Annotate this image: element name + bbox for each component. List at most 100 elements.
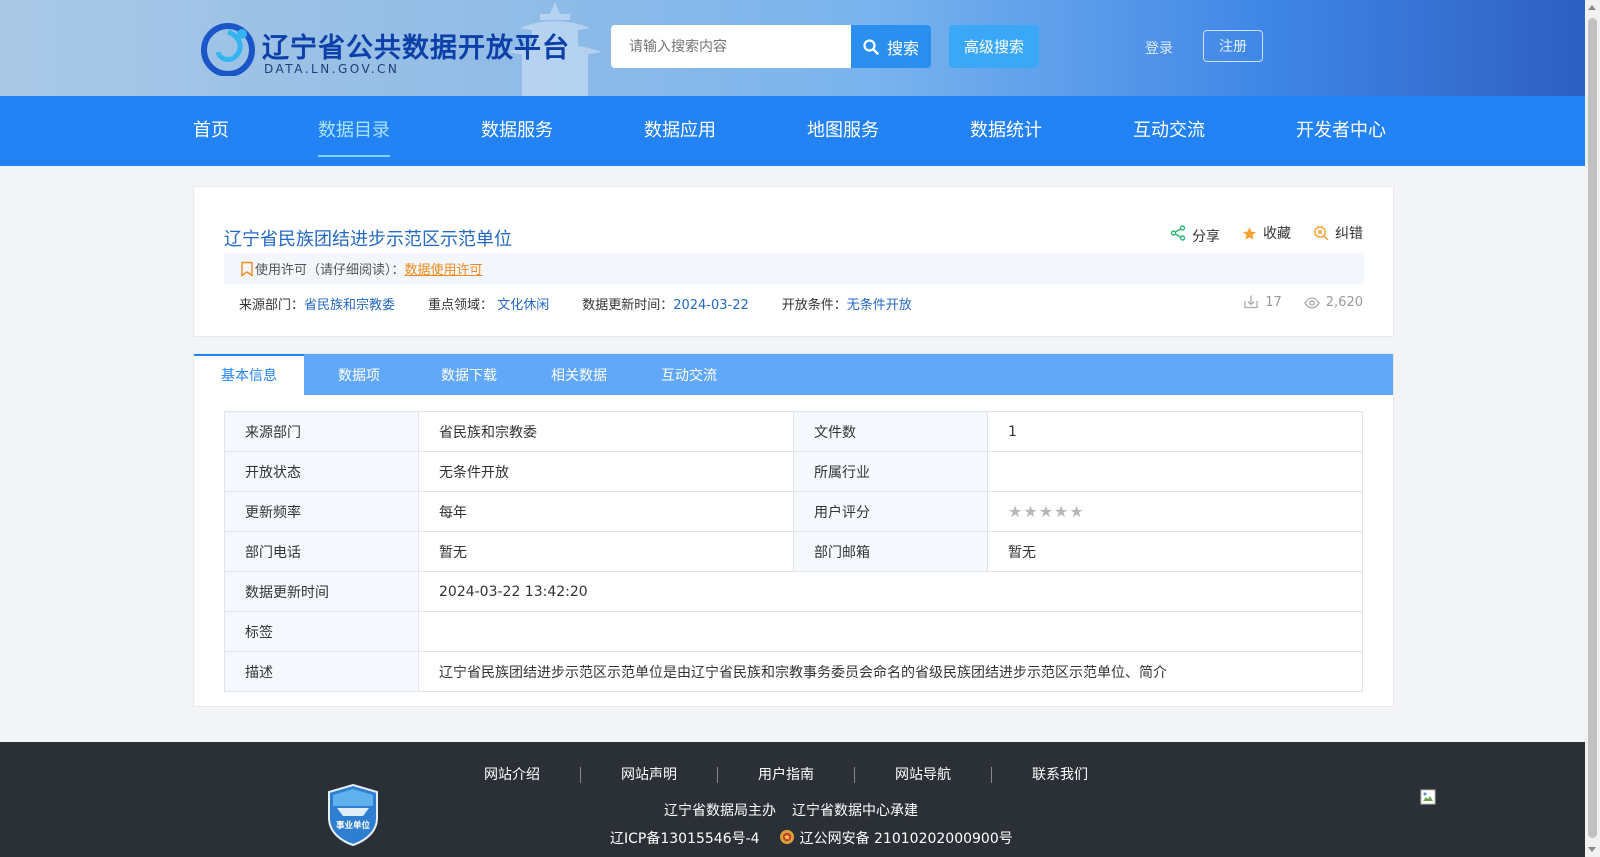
broken-image-icon: [1420, 789, 1436, 805]
footer-link-contact[interactable]: 联系我们: [992, 767, 1128, 783]
rating-star-icon[interactable]: ★: [1023, 502, 1037, 521]
table-row: 更新频率 每年 用户评分 ★★★★★: [224, 491, 1363, 532]
source-dept-label: 来源部门: [224, 411, 419, 452]
table-row: 部门电话 暂无 部门邮箱 暂无: [224, 531, 1363, 572]
bookmark-icon: [241, 261, 253, 277]
register-button[interactable]: 注册: [1203, 30, 1263, 62]
table-row: 数据更新时间 2024-03-22 13:42:20: [224, 571, 1363, 612]
source-dept-value: 省民族和宗教委: [418, 411, 794, 452]
scroll-up-arrow-icon[interactable]: [1588, 5, 1596, 10]
share-button[interactable]: 分享: [1170, 223, 1220, 245]
meta-updated-label: 数据更新时间：: [582, 298, 674, 313]
basic-info-table: 来源部门 省民族和宗教委 文件数 1 开放状态 无条件开放 所属行业 更新频率 …: [224, 411, 1363, 692]
nav-item-interaction[interactable]: 互动交流: [1133, 96, 1205, 166]
nav-item-developer-center[interactable]: 开发者中心: [1296, 96, 1386, 166]
frequency-label: 更新频率: [224, 491, 419, 532]
rating-star-icon[interactable]: ★: [1008, 502, 1022, 521]
tab-interaction[interactable]: 互动交流: [634, 354, 744, 395]
tab-data-items[interactable]: 数据项: [304, 354, 414, 395]
file-count-label: 文件数: [793, 411, 988, 452]
search-button-label: 搜索: [886, 38, 919, 58]
favorite-button[interactable]: 收藏: [1242, 223, 1291, 243]
industry-label: 所属行业: [793, 451, 988, 492]
download-icon: [1244, 295, 1258, 309]
industry-value: [987, 451, 1363, 492]
footer-link-statement[interactable]: 网站声明: [581, 767, 718, 783]
update-time-value: 2024-03-22 13:42:20: [418, 571, 1363, 612]
footer-link-sitemap[interactable]: 网站导航: [855, 767, 992, 783]
tags-label: 标签: [224, 611, 419, 652]
email-value: 暂无: [987, 531, 1363, 572]
update-time-label: 数据更新时间: [224, 571, 419, 612]
footer-builder: 辽宁省数据中心承建: [792, 803, 918, 819]
nav-item-data-stats[interactable]: 数据统计: [970, 96, 1042, 166]
tab-basic-info[interactable]: 基本信息: [194, 354, 304, 395]
scrollbar-thumb[interactable]: [1588, 18, 1597, 838]
advanced-search-button[interactable]: 高级搜索: [949, 25, 1039, 68]
scroll-down-arrow-icon[interactable]: [1588, 847, 1596, 852]
meta-source: 来源部门：省民族和宗教委: [239, 294, 395, 313]
nav-item-home[interactable]: 首页: [193, 96, 229, 166]
site-logo[interactable]: 辽宁省公共数据开放平台 DATA.LN.GOV.CN: [200, 20, 590, 78]
open-status-label: 开放状态: [224, 451, 419, 492]
rating-stars[interactable]: ★★★★★: [987, 491, 1363, 532]
eye-icon: [1304, 297, 1320, 309]
license-bar: 使用许可（请仔细阅读）： 数据使用许可: [224, 253, 1364, 284]
footer-link-about[interactable]: 网站介绍: [458, 767, 581, 783]
meta-domain-label: 重点领域：: [428, 298, 494, 313]
correct-button[interactable]: 纠错: [1313, 223, 1363, 243]
meta-source-label: 来源部门：: [239, 298, 305, 313]
footer-host: 辽宁省数据局主办: [664, 803, 776, 819]
favorite-label: 收藏: [1263, 226, 1291, 242]
logo-emblem-icon: [201, 23, 255, 76]
tab-related-data[interactable]: 相关数据: [524, 354, 634, 395]
nav-item-data-services[interactable]: 数据服务: [481, 96, 553, 166]
site-footer: 网站介绍 网站声明 用户指南 网站导航 联系我们 辽宁省数据局主办 辽宁省数据中心…: [0, 742, 1585, 857]
nav-item-map-services[interactable]: 地图服务: [807, 96, 879, 166]
dataset-info-card: 辽宁省民族团结进步示范区示范单位 分享 收藏 纠错 使用许可（请仔细阅读）： 数…: [193, 186, 1394, 337]
meta-source-value[interactable]: 省民族和宗教委: [304, 298, 395, 313]
dataset-actions: 分享 收藏 纠错: [1170, 223, 1363, 245]
table-row: 开放状态 无条件开放 所属行业: [224, 451, 1363, 492]
phone-value: 暂无: [418, 531, 794, 572]
tab-data-download[interactable]: 数据下载: [414, 354, 524, 395]
license-label: 使用许可（请仔细阅读）：: [255, 263, 405, 278]
main-nav: 首页 数据目录 数据服务 数据应用 地图服务 数据统计 互动交流 开发者中心: [0, 96, 1585, 166]
download-count-value: 17: [1265, 294, 1282, 310]
search-input[interactable]: [611, 25, 851, 68]
meta-open-label: 开放条件：: [781, 298, 847, 313]
view-count-value: 2,620: [1325, 294, 1363, 310]
meta-open: 开放条件：无条件开放: [782, 294, 912, 313]
view-count: 2,620: [1304, 294, 1363, 310]
rating-star-icon[interactable]: ★: [1069, 502, 1083, 521]
login-link[interactable]: 登录: [1145, 38, 1173, 58]
error-report-icon: [1314, 226, 1329, 241]
page-scrollbar[interactable]: [1585, 0, 1600, 857]
dataset-meta: 来源部门：省民族和宗教委 重点领域： 文化休闲 数据更新时间：2024-03-2…: [239, 294, 912, 313]
frequency-value: 每年: [418, 491, 794, 532]
dataset-title: 辽宁省民族团结进步示范区示范单位: [224, 229, 512, 250]
rating-star-icon[interactable]: ★: [1039, 502, 1053, 521]
rating-star-icon[interactable]: ★: [1054, 502, 1068, 521]
nav-item-data-catalog[interactable]: 数据目录: [318, 96, 390, 166]
police-record[interactable]: 辽公网安备 21010202000900号: [800, 828, 1013, 848]
star-icon: [1242, 226, 1257, 240]
meta-domain: 重点领域： 文化休闲: [428, 294, 549, 313]
table-row: 标签: [224, 611, 1363, 652]
public-institution-badge[interactable]: 事业单位: [327, 784, 379, 846]
email-label: 部门邮箱: [793, 531, 988, 572]
nav-item-data-apps[interactable]: 数据应用: [644, 96, 716, 166]
police-emblem-icon: [779, 830, 794, 844]
table-row: 描述 辽宁省民族团结进步示范区示范单位是由辽宁省民族和宗教事务委员会命名的省级民…: [224, 651, 1363, 692]
search-button[interactable]: 搜索: [851, 25, 931, 68]
description-value: 辽宁省民族团结进步示范区示范单位是由辽宁省民族和宗教事务委员会命名的省级民族团结…: [418, 651, 1363, 692]
download-count: 17: [1243, 294, 1282, 310]
rating-label: 用户评分: [793, 491, 988, 532]
footer-link-guide[interactable]: 用户指南: [718, 767, 855, 783]
icp-number[interactable]: 辽ICP备13015546号-4: [610, 828, 760, 848]
license-link[interactable]: 数据使用许可: [405, 259, 483, 278]
meta-domain-value[interactable]: 文化休闲: [497, 298, 549, 313]
meta-open-value: 无条件开放: [846, 298, 912, 313]
search-icon: [863, 38, 879, 55]
logo-title: 辽宁省公共数据开放平台: [262, 33, 570, 64]
